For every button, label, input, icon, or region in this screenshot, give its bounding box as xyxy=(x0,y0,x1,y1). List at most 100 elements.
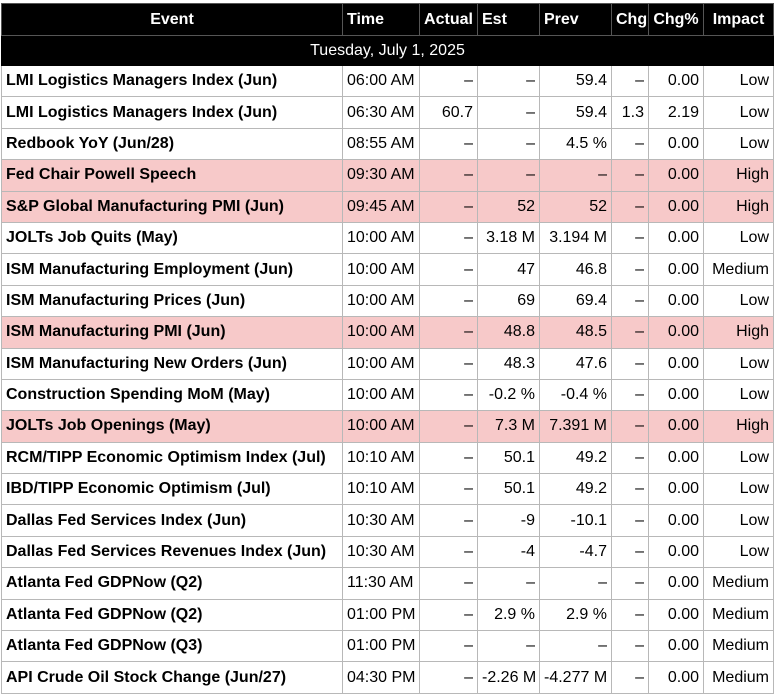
prev-cell: 4.5 % xyxy=(539,127,612,161)
chg-cell: – xyxy=(611,567,649,600)
event-name-cell[interactable]: ISM Manufacturing New Orders (Jun) xyxy=(1,347,343,380)
time-cell: 09:45 AM xyxy=(342,190,420,223)
impact-cell: High xyxy=(703,159,774,192)
prev-cell: 7.391 M xyxy=(539,410,612,443)
impact-cell: Medium xyxy=(703,253,774,286)
prev-cell: 3.194 M xyxy=(539,221,612,255)
chg-pct-cell: 0.00 xyxy=(648,127,704,161)
actual-cell: – xyxy=(419,567,478,600)
event-name-cell[interactable]: Construction Spending MoM (May) xyxy=(1,378,343,412)
table-header: Event Time Actual Est Prev Chg Chg% Impa… xyxy=(1,3,774,36)
table-row[interactable]: IBD/TIPP Economic Optimism (Jul) 10:10 AM… xyxy=(1,473,774,506)
time-cell: 10:00 AM xyxy=(342,410,420,443)
column-header-chg[interactable]: Chg xyxy=(611,3,649,36)
chg-pct-cell: 0.00 xyxy=(648,504,704,537)
column-header-actual[interactable]: Actual xyxy=(419,3,478,36)
table-row[interactable]: API Crude Oil Stock Change (Jun/27) 04:30… xyxy=(1,661,774,694)
table-row[interactable]: JOLTs Job Quits (May) 10:00 AM –3.18 M 3.19… xyxy=(1,221,774,255)
table-row[interactable]: Dallas Fed Services Revenues Index (Jun)… xyxy=(1,535,774,569)
impact-cell: Low xyxy=(703,127,774,161)
table-row[interactable]: RCM/TIPP Economic Optimism Index (Jul) 10… xyxy=(1,441,774,475)
table-row[interactable]: S&P Global Manufacturing PMI (Jun) 09:45 … xyxy=(1,190,774,223)
prev-cell: 2.9 % xyxy=(539,598,612,632)
chg-cell: – xyxy=(611,473,649,506)
est-cell: 48.8 xyxy=(477,316,540,349)
event-name-cell[interactable]: Fed Chair Powell Speech xyxy=(1,159,343,192)
event-name-cell[interactable]: LMI Logistics Managers Index (Jun) xyxy=(1,96,343,129)
table-row[interactable]: Construction Spending MoM (May) 10:00 AM –… xyxy=(1,378,774,412)
table-row[interactable]: ISM Manufacturing Employment (Jun) 10:00 … xyxy=(1,253,774,286)
column-header-event[interactable]: Event xyxy=(1,3,343,36)
impact-cell: Low xyxy=(703,378,774,412)
event-name-cell[interactable]: Dallas Fed Services Index (Jun) xyxy=(1,504,343,537)
event-name-cell[interactable]: Dallas Fed Services Revenues Index (Jun) xyxy=(1,535,343,569)
event-name-cell[interactable]: IBD/TIPP Economic Optimism (Jul) xyxy=(1,473,343,506)
actual-cell: – xyxy=(419,221,478,255)
table-row[interactable]: Redbook YoY (Jun/28) 08:55 AM – –4.5 % –0.00… xyxy=(1,127,774,161)
actual-cell: – xyxy=(419,473,478,506)
event-name-cell[interactable]: ISM Manufacturing Employment (Jun) xyxy=(1,253,343,286)
prev-cell: 59.4 xyxy=(539,96,612,129)
table-row[interactable]: ISM Manufacturing New Orders (Jun) 10:00 … xyxy=(1,347,774,380)
chg-cell: – xyxy=(611,630,649,663)
time-cell: 10:00 AM xyxy=(342,316,420,349)
column-header-est[interactable]: Est xyxy=(477,3,540,36)
table-row[interactable]: Dallas Fed Services Index (Jun) 10:30 AM –… xyxy=(1,504,774,537)
event-name-cell[interactable]: LMI Logistics Managers Index (Jun) xyxy=(1,64,343,98)
event-name-cell[interactable]: JOLTs Job Openings (May) xyxy=(1,410,343,443)
time-cell: 01:00 PM xyxy=(342,630,420,663)
date-label: Tuesday, July 1, 2025 xyxy=(1,35,774,66)
prev-cell: 46.8 xyxy=(539,253,612,286)
event-name-cell[interactable]: Atlanta Fed GDPNow (Q2) xyxy=(1,598,343,632)
time-cell: 10:10 AM xyxy=(342,441,420,475)
event-name-cell[interactable]: Atlanta Fed GDPNow (Q2) xyxy=(1,567,343,600)
event-name-cell[interactable]: ISM Manufacturing Prices (Jun) xyxy=(1,284,343,318)
est-cell: 3.18 M xyxy=(477,221,540,255)
event-name-cell[interactable]: Atlanta Fed GDPNow (Q3) xyxy=(1,630,343,663)
table-row[interactable]: JOLTs Job Openings (May) 10:00 AM –7.3 M 7.… xyxy=(1,410,774,443)
column-header-prev[interactable]: Prev xyxy=(539,3,612,36)
est-cell: 69 xyxy=(477,284,540,318)
column-header-chg-pct[interactable]: Chg% xyxy=(648,3,704,36)
chg-pct-cell: 0.00 xyxy=(648,598,704,632)
time-cell: 10:00 AM xyxy=(342,347,420,380)
column-header-impact[interactable]: Impact xyxy=(703,3,774,36)
event-name-cell[interactable]: Redbook YoY (Jun/28) xyxy=(1,127,343,161)
event-name-cell[interactable]: RCM/TIPP Economic Optimism Index (Jul) xyxy=(1,441,343,475)
chg-pct-cell: 0.00 xyxy=(648,535,704,569)
event-name-cell[interactable]: S&P Global Manufacturing PMI (Jun) xyxy=(1,190,343,223)
chg-cell: – xyxy=(611,410,649,443)
actual-cell: – xyxy=(419,190,478,223)
table-row[interactable]: Fed Chair Powell Speech 09:30 AM – – – –0.00 H… xyxy=(1,159,774,192)
table-row[interactable]: Atlanta Fed GDPNow (Q3) 01:00 PM – – – –0.00 M… xyxy=(1,630,774,663)
impact-cell: Low xyxy=(703,64,774,98)
est-cell: 52 xyxy=(477,190,540,223)
event-name-cell[interactable]: JOLTs Job Quits (May) xyxy=(1,221,343,255)
est-cell: – xyxy=(477,567,540,600)
date-row: Tuesday, July 1, 2025 xyxy=(1,35,774,66)
est-cell: – xyxy=(477,96,540,129)
table-body: Tuesday, July 1, 2025 LMI Logistics Mana… xyxy=(1,35,774,694)
table-row[interactable]: ISM Manufacturing Prices (Jun) 10:00 AM –6… xyxy=(1,284,774,318)
time-cell: 10:30 AM xyxy=(342,535,420,569)
chg-cell: – xyxy=(611,159,649,192)
table-row[interactable]: LMI Logistics Managers Index (Jun) 06:30 … xyxy=(1,96,774,129)
impact-cell: Medium xyxy=(703,661,774,694)
impact-cell: High xyxy=(703,190,774,223)
table-row[interactable]: LMI Logistics Managers Index (Jun) 06:00 … xyxy=(1,64,774,98)
actual-cell: – xyxy=(419,316,478,349)
impact-cell: High xyxy=(703,410,774,443)
table-row[interactable]: Atlanta Fed GDPNow (Q2) 01:00 PM –2.9 % 2.9… xyxy=(1,598,774,632)
column-header-time[interactable]: Time xyxy=(342,3,420,36)
event-name-cell[interactable]: ISM Manufacturing PMI (Jun) xyxy=(1,316,343,349)
actual-cell: – xyxy=(419,661,478,694)
chg-pct-cell: 0.00 xyxy=(648,378,704,412)
chg-cell: – xyxy=(611,535,649,569)
time-cell: 10:00 AM xyxy=(342,253,420,286)
actual-cell: – xyxy=(419,127,478,161)
chg-pct-cell: 0.00 xyxy=(648,630,704,663)
chg-cell: – xyxy=(611,253,649,286)
table-row[interactable]: Atlanta Fed GDPNow (Q2) 11:30 AM – – – –0.00 M… xyxy=(1,567,774,600)
table-row[interactable]: ISM Manufacturing PMI (Jun) 10:00 AM –48.8… xyxy=(1,316,774,349)
event-name-cell[interactable]: API Crude Oil Stock Change (Jun/27) xyxy=(1,661,343,694)
